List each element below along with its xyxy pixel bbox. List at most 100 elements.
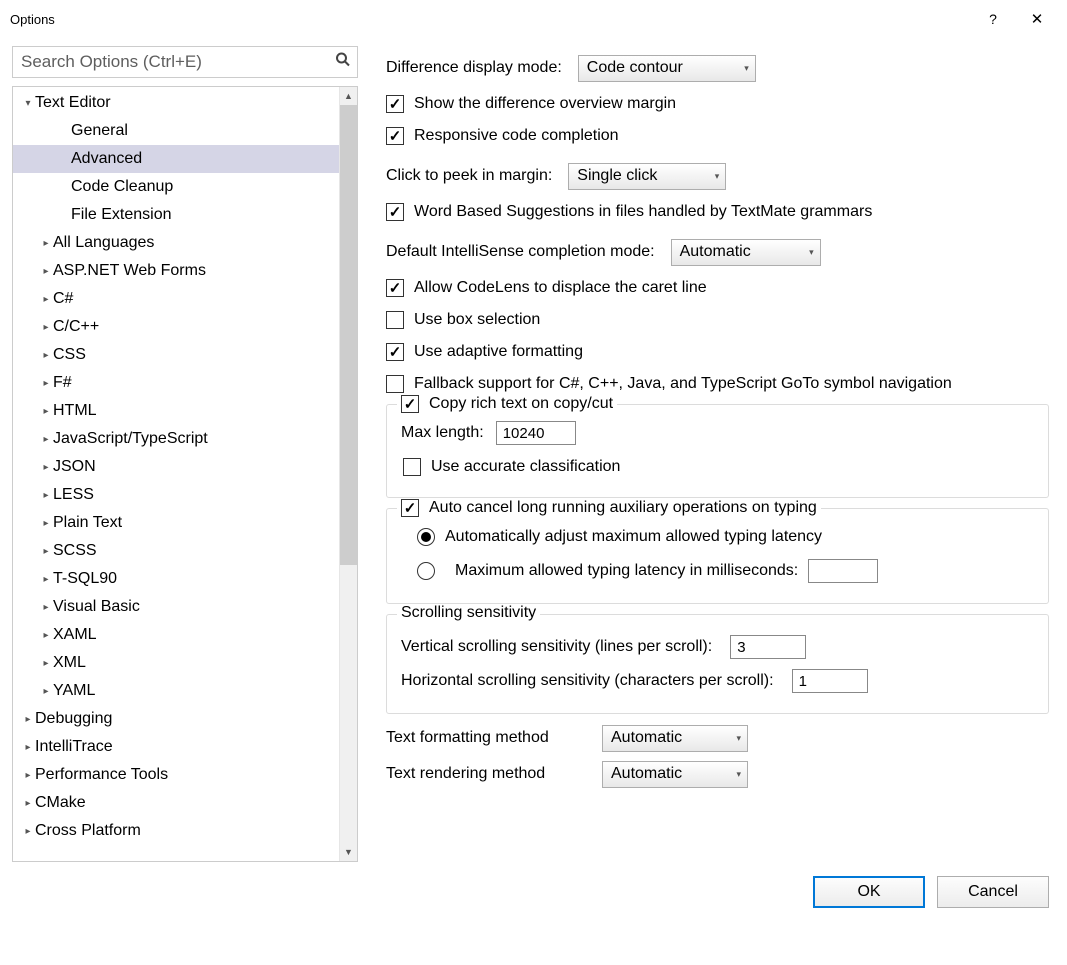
adaptive-checkbox[interactable]	[386, 343, 404, 361]
scroll-down-icon[interactable]: ▼	[340, 843, 357, 861]
tfmt-label: Text formatting method	[386, 729, 580, 747]
tree-item-xml[interactable]: ▸XML	[13, 649, 339, 677]
copyrich-group: Copy rich text on copy/cut Max length: U…	[386, 404, 1049, 498]
tree-item-visual-basic[interactable]: ▸Visual Basic	[13, 593, 339, 621]
tree-item-f-[interactable]: ▸F#	[13, 369, 339, 397]
expand-icon[interactable]: ▸	[21, 742, 35, 753]
codelens-checkbox[interactable]	[386, 279, 404, 297]
autocancel-checkbox[interactable]	[401, 499, 419, 517]
tree-label: File Extension	[71, 206, 172, 224]
tree-item-yaml[interactable]: ▸YAML	[13, 677, 339, 705]
tree-item-cmake[interactable]: ▸CMake	[13, 789, 339, 817]
tree-container: ▾Text EditorGeneralAdvancedCode Cleanup F…	[12, 86, 358, 862]
codelens-label: Allow CodeLens to displace the caret lin…	[414, 279, 707, 297]
expand-icon[interactable]: ▸	[39, 406, 53, 417]
expand-icon[interactable]: ▸	[39, 462, 53, 473]
fallback-checkbox[interactable]	[386, 375, 404, 393]
expand-icon[interactable]: ▸	[21, 714, 35, 725]
tree-item-scss[interactable]: ▸SCSS	[13, 537, 339, 565]
tree-item-t-sql90[interactable]: ▸T-SQL90	[13, 565, 339, 593]
scroll-thumb[interactable]	[340, 105, 357, 565]
tree-label: Visual Basic	[53, 598, 140, 616]
hscroll-input[interactable]	[792, 669, 868, 693]
latency-input[interactable]	[808, 559, 878, 583]
expand-icon[interactable]: ▸	[39, 378, 53, 389]
cancel-button[interactable]: Cancel	[937, 876, 1049, 908]
expand-icon[interactable]: ▸	[39, 322, 53, 333]
tree-item-javascript-typescript[interactable]: ▸JavaScript/TypeScript	[13, 425, 339, 453]
expand-icon[interactable]: ▸	[39, 518, 53, 529]
tree-label: Cross Platform	[35, 822, 141, 840]
tfmt-dropdown[interactable]: Automatic▾	[602, 725, 748, 752]
tree-item-xaml[interactable]: ▸XAML	[13, 621, 339, 649]
tree-item-intellitrace[interactable]: ▸IntelliTrace	[13, 733, 339, 761]
tree-item-html[interactable]: ▸HTML	[13, 397, 339, 425]
expand-icon[interactable]: ▸	[39, 686, 53, 697]
tree-item-c-[interactable]: ▸C#	[13, 285, 339, 313]
trender-dropdown[interactable]: Automatic▾	[602, 761, 748, 788]
expand-icon[interactable]: ▸	[39, 238, 53, 249]
expand-icon[interactable]: ▸	[39, 574, 53, 585]
word-sugg-checkbox[interactable]	[386, 203, 404, 221]
accurate-checkbox[interactable]	[403, 458, 421, 476]
responsive-cc-checkbox[interactable]	[386, 127, 404, 145]
tree-item-less[interactable]: ▸LESS	[13, 481, 339, 509]
tree-label: CMake	[35, 794, 86, 812]
tree-label: ASP.NET Web Forms	[53, 262, 206, 280]
tree-scrollbar[interactable]: ▲ ▼	[339, 87, 357, 861]
help-button[interactable]: ?	[971, 4, 1015, 34]
tree-item-c-c-[interactable]: ▸C/C++	[13, 313, 339, 341]
expand-icon[interactable]: ▸	[39, 294, 53, 305]
tree-item-json[interactable]: ▸JSON	[13, 453, 339, 481]
maxlen-input[interactable]	[496, 421, 576, 445]
search-input[interactable]	[21, 52, 327, 72]
tree-item-text-editor[interactable]: ▾Text Editor	[13, 89, 339, 117]
expand-icon[interactable]: ▸	[21, 770, 35, 781]
tree-label: JavaScript/TypeScript	[53, 430, 208, 448]
ok-button[interactable]: OK	[813, 876, 925, 908]
tree-item-debugging[interactable]: ▸Debugging	[13, 705, 339, 733]
tree-item-plain-text[interactable]: ▸Plain Text	[13, 509, 339, 537]
chevron-down-icon: ▾	[809, 247, 814, 258]
collapse-icon[interactable]: ▾	[21, 98, 35, 109]
tree-item-code-cleanup[interactable]: Code Cleanup	[13, 173, 339, 201]
expand-icon[interactable]: ▸	[39, 630, 53, 641]
peek-dropdown[interactable]: Single click▾	[568, 163, 726, 190]
window-title: Options	[10, 12, 971, 27]
expand-icon[interactable]: ▸	[39, 602, 53, 613]
radio-auto[interactable]	[417, 528, 435, 546]
search-wrap[interactable]	[12, 46, 358, 78]
close-button[interactable]: ✕	[1015, 4, 1059, 34]
scroll-track[interactable]	[340, 565, 357, 843]
copyrich-checkbox[interactable]	[401, 395, 419, 413]
tree-item-asp-net-web-forms[interactable]: ▸ASP.NET Web Forms	[13, 257, 339, 285]
boxsel-checkbox[interactable]	[386, 311, 404, 329]
expand-icon[interactable]: ▸	[21, 798, 35, 809]
expand-icon[interactable]: ▸	[39, 266, 53, 277]
tree-item-cross-platform[interactable]: ▸Cross Platform	[13, 817, 339, 845]
expand-icon[interactable]: ▸	[39, 658, 53, 669]
tree-item-all-languages[interactable]: ▸All Languages	[13, 229, 339, 257]
scroll-group: Scrolling sensitivity Vertical scrolling…	[386, 614, 1049, 714]
expand-icon[interactable]: ▸	[39, 434, 53, 445]
vscroll-input[interactable]	[730, 635, 806, 659]
tree-item-css[interactable]: ▸CSS	[13, 341, 339, 369]
intelli-dropdown[interactable]: Automatic▾	[671, 239, 821, 266]
tree-label: XAML	[53, 626, 97, 644]
radio-ms[interactable]	[417, 562, 435, 580]
scroll-up-icon[interactable]: ▲	[340, 87, 357, 105]
tree-item-performance-tools[interactable]: ▸Performance Tools	[13, 761, 339, 789]
diff-mode-dropdown[interactable]: Code contour▾	[578, 55, 756, 82]
expand-icon[interactable]: ▸	[39, 350, 53, 361]
tree-item-file-extension[interactable]: File Extension	[13, 201, 339, 229]
responsive-cc-label: Responsive code completion	[414, 127, 619, 145]
tree-label: YAML	[53, 682, 95, 700]
expand-icon[interactable]: ▸	[39, 490, 53, 501]
tree-item-advanced[interactable]: Advanced	[13, 145, 339, 173]
tree-label: CSS	[53, 346, 86, 364]
expand-icon[interactable]: ▸	[21, 826, 35, 837]
show-diff-margin-checkbox[interactable]	[386, 95, 404, 113]
options-tree[interactable]: ▾Text EditorGeneralAdvancedCode Cleanup F…	[13, 87, 339, 861]
expand-icon[interactable]: ▸	[39, 546, 53, 557]
tree-item-general[interactable]: General	[13, 117, 339, 145]
